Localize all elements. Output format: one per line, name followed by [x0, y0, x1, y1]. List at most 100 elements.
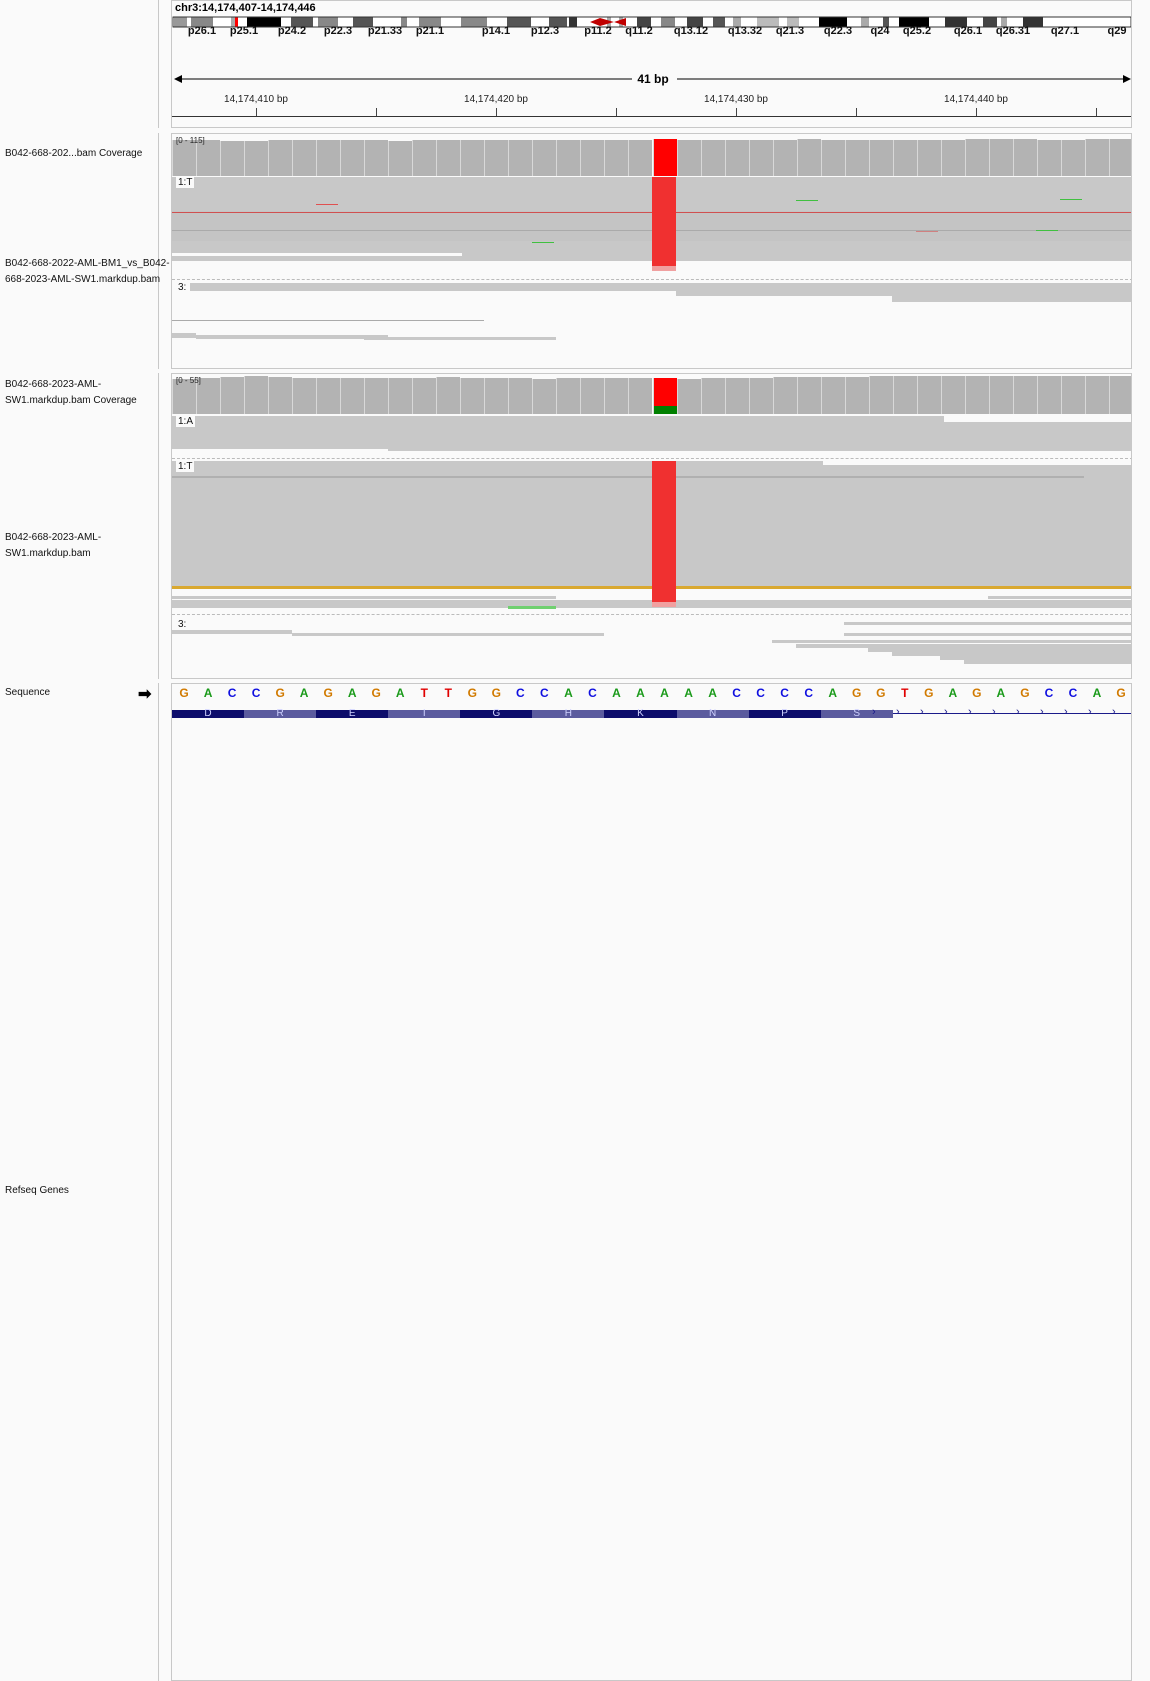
coverage-bar[interactable]	[412, 378, 437, 414]
coverage-bar[interactable]	[844, 377, 869, 414]
coverage-bar[interactable]	[532, 379, 557, 414]
coverage-bar[interactable]	[724, 378, 749, 414]
bam1-data-panel[interactable]: [0 - 115] 1:T 3:	[171, 133, 1132, 369]
coverage-bar-variant[interactable]	[652, 406, 677, 414]
coverage-bar[interactable]	[316, 140, 341, 176]
coverage-bar[interactable]	[676, 379, 701, 414]
coverage-bar[interactable]	[1084, 376, 1109, 414]
coverage-bar[interactable]	[340, 140, 365, 176]
coverage-bar[interactable]	[484, 378, 509, 414]
coverage-bar[interactable]	[868, 376, 893, 414]
refseq-track-name[interactable]: Refseq Genes	[5, 1183, 173, 1199]
variant-column[interactable]	[652, 461, 676, 607]
coverage-bar[interactable]	[1108, 376, 1131, 414]
coverage-bar[interactable]	[460, 378, 485, 414]
sequence-track[interactable]: GACCGAGAGATTGGCCACAAAAACCCCAGGTGAGAGCCAG	[172, 684, 1131, 704]
coverage-bar[interactable]	[604, 140, 629, 176]
coverage-bar[interactable]	[292, 140, 317, 176]
coverage-bar[interactable]	[1060, 140, 1085, 176]
coverage-bar[interactable]	[748, 140, 773, 176]
coverage-bar[interactable]	[676, 140, 701, 176]
strand-arrow-icon[interactable]: ➡	[138, 684, 151, 704]
coverage-bar[interactable]	[988, 376, 1013, 414]
coverage-bar[interactable]	[388, 378, 413, 414]
coverage-bar[interactable]	[628, 378, 653, 414]
coverage-bar[interactable]	[436, 377, 461, 414]
ruler-left-panel	[0, 0, 159, 128]
coverage-bar[interactable]	[580, 378, 605, 414]
coverage-bar[interactable]	[556, 140, 581, 176]
coverage-bar[interactable]	[916, 140, 941, 176]
coverage-bar[interactable]	[196, 140, 221, 176]
coverage-bar[interactable]	[220, 141, 245, 176]
refseq-gene-track[interactable]: D R E I G H K N P S › › › › › › › › › › ›	[172, 704, 1131, 724]
coverage-bar[interactable]	[508, 378, 533, 414]
coverage-bar[interactable]	[820, 140, 845, 176]
coverage-bar[interactable]	[796, 139, 821, 176]
coverage-bar[interactable]	[388, 141, 413, 176]
coverage-bar[interactable]	[964, 139, 989, 176]
cov2-track-name[interactable]: B042-668-2023-AML-SW1.markdup.bam Covera…	[5, 377, 173, 409]
coverage-bar[interactable]	[292, 378, 317, 414]
coverage-bar[interactable]	[244, 141, 269, 176]
coverage-bar[interactable]	[964, 376, 989, 414]
coverage-bar[interactable]	[940, 140, 965, 176]
coverage-bar[interactable]	[604, 378, 629, 414]
strand-chevron-icon: ›	[1040, 706, 1044, 718]
coverage-bar[interactable]	[772, 140, 797, 176]
sequence-base: T	[420, 686, 428, 700]
coverage-bar[interactable]	[868, 140, 893, 176]
coverage-bar[interactable]	[364, 140, 389, 176]
coverage-bar[interactable]	[508, 140, 533, 176]
ruler-panel[interactable]: chr3:14,174,407-14,174,446 p26.1 p25.1 p24…	[171, 0, 1132, 128]
coverage-bar[interactable]	[748, 378, 773, 414]
coverage-bar[interactable]	[580, 140, 605, 176]
coverage-bar[interactable]	[1012, 376, 1037, 414]
coverage-bar[interactable]	[988, 139, 1013, 176]
coverage-bar[interactable]	[268, 377, 293, 414]
coverage-bar-variant[interactable]	[652, 378, 677, 406]
coverage-bar[interactable]	[892, 376, 917, 414]
coverage-bar[interactable]	[172, 140, 197, 176]
coverage-bar[interactable]	[1084, 139, 1109, 176]
coverage-bar[interactable]	[436, 140, 461, 176]
coverage-bar[interactable]	[1108, 139, 1131, 176]
variant-column[interactable]	[652, 177, 676, 271]
coverage-bar[interactable]	[220, 377, 245, 414]
bam2-track-name[interactable]: B042-668-2023-AML-SW1.markdup.bam	[5, 530, 173, 562]
bam2-data-panel[interactable]: [0 - 55] 1:A 1:T 3:	[171, 373, 1132, 679]
coverage-bar[interactable]	[820, 377, 845, 414]
coverage-bar[interactable]	[724, 140, 749, 176]
coverage-bar[interactable]	[1036, 376, 1061, 414]
coverage-track-1[interactable]	[172, 134, 1131, 176]
coverage-bar[interactable]	[316, 378, 341, 414]
feature-data-panel[interactable]: GACCGAGAGATTGGCCACAAAAACCCCAGGTGAGAGCCAG…	[171, 683, 1132, 1681]
coverage-bar[interactable]	[1012, 139, 1037, 176]
coverage-bar[interactable]	[844, 140, 869, 176]
coverage-bar[interactable]	[340, 378, 365, 414]
coverage-bar[interactable]	[268, 140, 293, 176]
coverage-bar[interactable]	[940, 376, 965, 414]
coverage-bar[interactable]	[628, 140, 653, 176]
coverage-bar[interactable]	[700, 378, 725, 414]
coverage-bar[interactable]	[556, 378, 581, 414]
coverage-track-2[interactable]	[172, 374, 1131, 414]
coverage-bar-variant[interactable]	[652, 139, 677, 176]
coverage-bar[interactable]	[700, 140, 725, 176]
coverage-bar[interactable]	[796, 377, 821, 414]
coverage-bar[interactable]	[1060, 376, 1085, 414]
cov1-track-name[interactable]: B042-668-202...bam Coverage	[5, 146, 173, 162]
ideogram-band	[507, 17, 531, 27]
coverage-bar[interactable]	[484, 140, 509, 176]
coverage-bar[interactable]	[892, 140, 917, 176]
coverage-bar[interactable]	[916, 376, 941, 414]
coverage-bar[interactable]	[1036, 140, 1061, 176]
coverage-bar[interactable]	[532, 140, 557, 176]
coverage-bar[interactable]	[412, 140, 437, 176]
coverage-bar[interactable]	[460, 140, 485, 176]
coverage-bar[interactable]	[364, 378, 389, 414]
ideogram-band	[173, 17, 187, 27]
coverage-bar[interactable]	[244, 376, 269, 414]
coverage-bar[interactable]	[772, 377, 797, 414]
bam1-track-name[interactable]: B042-668-2022-AML-BM1_vs_B042-668-2023-A…	[5, 256, 173, 288]
